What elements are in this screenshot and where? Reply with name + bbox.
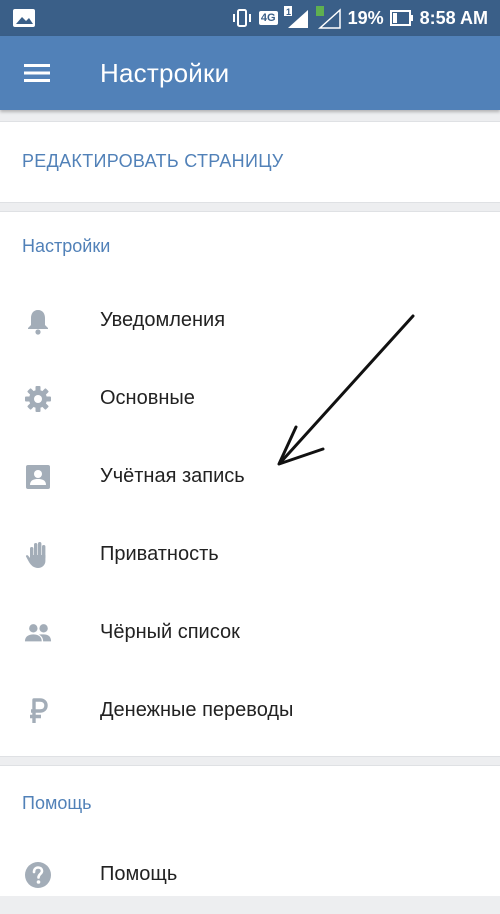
settings-item-label: Приватность: [100, 543, 219, 565]
settings-section-title: Настройки: [22, 236, 111, 256]
settings-section: Настройки Уведомления Основные Учётная з…: [0, 211, 500, 757]
hamburger-icon: [24, 64, 50, 82]
help-section: Помощь Помощь: [0, 765, 500, 896]
edit-page-button[interactable]: РЕДАКТИРОВАТЬ СТРАНИЦУ: [22, 151, 284, 172]
settings-item-account[interactable]: Учётная запись: [0, 438, 500, 516]
help-item-label: Помощь: [100, 863, 178, 885]
vibrate-icon: [231, 7, 253, 29]
settings-item-notifications[interactable]: Уведомления: [0, 282, 500, 360]
people-icon: [24, 619, 52, 647]
edit-page-card: РЕДАКТИРОВАТЬ СТРАНИЦУ: [0, 121, 500, 203]
settings-item-privacy[interactable]: Приватность: [0, 516, 500, 594]
settings-item-general[interactable]: Основные: [0, 360, 500, 438]
help-icon: [24, 861, 52, 889]
settings-item-label: Чёрный список: [100, 621, 240, 643]
menu-button[interactable]: [14, 50, 60, 96]
settings-item-money-transfers[interactable]: Денежные переводы: [0, 672, 500, 750]
network-type-badge: 4G: [258, 11, 278, 25]
account-icon: [24, 463, 52, 491]
settings-item-label: Основные: [100, 387, 195, 409]
signal-icon-1: 1: [283, 6, 310, 30]
gear-icon: [24, 385, 52, 413]
signal-icon-2: [315, 6, 342, 30]
battery-level: 19%: [347, 7, 384, 28]
sim-number: 1: [286, 7, 291, 17]
clock: 8:58 AM: [419, 7, 488, 28]
settings-item-label: Уведомления: [100, 309, 226, 331]
help-section-title: Помощь: [22, 793, 92, 813]
gallery-notification-icon: [12, 7, 36, 34]
hand-icon: [24, 541, 52, 569]
settings-item-label: Учётная запись: [100, 465, 245, 487]
help-item[interactable]: Помощь: [0, 836, 500, 914]
settings-item-label: Денежные переводы: [100, 699, 294, 721]
page-title: Настройки: [100, 58, 230, 88]
app-bar: Настройки: [0, 36, 500, 110]
ruble-icon: [24, 697, 52, 725]
bell-icon: [24, 307, 52, 335]
status-bar: 4G 1 19% 8:58 AM: [0, 0, 500, 36]
battery-icon: [389, 9, 414, 27]
settings-item-blacklist[interactable]: Чёрный список: [0, 594, 500, 672]
